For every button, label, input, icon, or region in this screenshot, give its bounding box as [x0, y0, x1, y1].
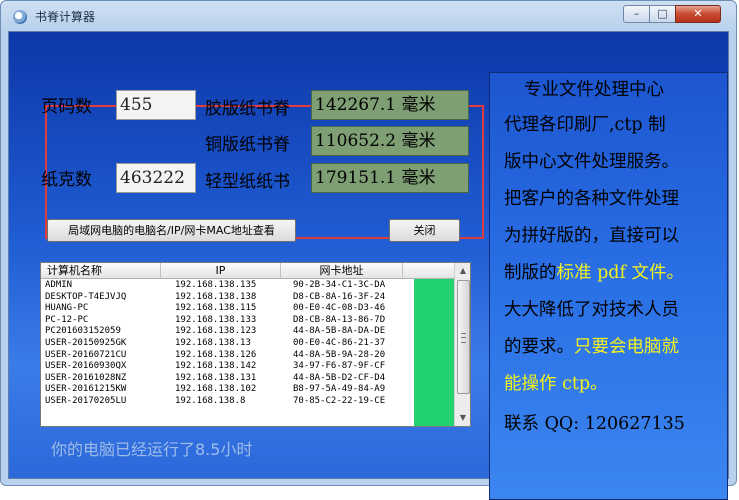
cell-ip: 192.168.138.123	[175, 326, 257, 337]
cell-ip: 192.168.138.133	[175, 314, 257, 325]
list-header: 计算机名称 IP 网卡地址	[41, 263, 454, 279]
cell-ip: 192.168.138.135	[175, 280, 257, 290]
cell-computer-name: PC201603152059	[45, 326, 121, 337]
cell-mac: D8-CB-8A-16-3F-24	[293, 291, 386, 302]
ad-text: 的要求。	[504, 337, 574, 357]
cell-mac: 44-8A-5B-8A-DA-DE	[293, 326, 386, 337]
cell-ip: 192.168.138.102	[175, 384, 257, 395]
window-title: 书脊计算器	[35, 10, 96, 24]
cell-mac: D8-CB-8A-13-86-7D	[293, 314, 386, 325]
cell-mac: 00-E0-4C-86-21-37	[293, 338, 386, 348]
table-row[interactable]: PC-12-PC 192.168.138.133 D8-CB-8A-13-86-7D	[41, 315, 414, 326]
result-label-coated: 铜版纸书脊	[205, 135, 290, 155]
computer-list[interactable]: 计算机名称 IP 网卡地址 ADMIN 192.168.138.135 90-2B-…	[40, 262, 471, 427]
cell-ip: 192.168.138.126	[175, 349, 257, 360]
ad-line: 制版的标准 pdf 文件。	[504, 259, 684, 284]
ad-line: 代理各印刷厂,ctp 制	[504, 115, 666, 135]
column-header-name[interactable]: 计算机名称	[41, 263, 161, 278]
scroll-thumb[interactable]	[457, 280, 470, 394]
cell-ip: 192.168.138.131	[175, 372, 257, 383]
cell-computer-name: USER-20161028NZ	[45, 372, 127, 383]
cell-computer-name: ADMIN	[45, 280, 73, 290]
cell-computer-name: USER-20170205LU	[45, 396, 127, 406]
cell-ip: 192.168.138.8	[175, 396, 246, 406]
title-bar[interactable]: 书脊计算器 – □ ✕	[1, 1, 736, 31]
cell-ip: 192.168.138.138	[175, 291, 257, 302]
ad-line: 版中心文件处理服务。	[504, 152, 679, 172]
ad-highlight-text: 标准 pdf 文件。	[556, 263, 685, 283]
ad-line: 把客户的各种文件处理	[504, 189, 679, 209]
grip-icon	[461, 333, 466, 343]
cell-ip: 192.168.138.115	[175, 303, 257, 314]
app-icon	[13, 10, 27, 24]
table-row[interactable]: USER-20161028NZ 192.168.138.131 44-8A-5B-D…	[41, 373, 414, 384]
vertical-scrollbar[interactable]: ▲ ▼	[454, 263, 470, 426]
cell-mac: 90-2B-34-C1-3C-DA	[293, 280, 386, 290]
scroll-down-icon[interactable]: ▼	[455, 410, 470, 425]
cell-computer-name: PC-12-PC	[45, 314, 89, 325]
pages-label: 页码数	[41, 97, 92, 117]
close-window-button[interactable]: ✕	[675, 5, 721, 23]
cell-mac: B8-97-5A-49-84-A9	[293, 384, 386, 395]
table-row[interactable]: PC201603152059 192.168.138.123 44-8A-5B-8A…	[41, 326, 414, 337]
result-label-offset: 胶版纸书脊	[205, 99, 290, 119]
close-button[interactable]: 关闭	[389, 219, 460, 242]
table-row[interactable]: USER-20160721CU 192.168.138.126 44-8A-5B-9…	[41, 350, 414, 361]
cell-mac: 44-8A-5B-D2-CF-D4	[293, 372, 386, 383]
ad-panel: 专业文件处理中心 代理各印刷厂,ctp 制 版中心文件处理服务。 把客户的各种文…	[489, 72, 728, 500]
column-header-mac[interactable]: 网卡地址	[281, 263, 403, 278]
ad-line: 能操作 ctp。	[504, 374, 608, 394]
ad-heading: 专业文件处理中心	[524, 80, 664, 100]
lan-lookup-button[interactable]: 局域网电脑的电脑名/IP/网卡MAC地址查看	[47, 219, 296, 242]
green-panel	[414, 279, 454, 426]
ad-highlight-text: 只要会电脑就	[574, 337, 679, 357]
table-row[interactable]: USER-20150925GK 192.168.138.13 00-E0-4C-86…	[41, 338, 414, 349]
cell-mac: 34-97-F6-87-9F-CF	[293, 361, 386, 372]
pages-input[interactable]: 455	[116, 90, 196, 120]
table-row[interactable]: USER-20170205LU 192.168.138.8 70-85-C2-22-…	[41, 396, 414, 407]
cell-ip: 192.168.138.142	[175, 361, 257, 372]
weight-input[interactable]: 463222	[116, 163, 196, 193]
runtime-text: 你的电脑已经运行了8.5小时	[51, 440, 253, 459]
client-area: 页码数 455 纸克数 463222 胶版纸书脊 142267.1 毫米 铜版纸…	[8, 31, 729, 500]
table-row[interactable]: ADMIN 192.168.138.135 90-2B-34-C1-3C-DA	[41, 280, 414, 291]
result-label-light: 轻型纸纸书	[205, 172, 290, 192]
result-light-value: 179151.1 毫米	[311, 163, 469, 193]
result-coated-value: 110652.2 毫米	[311, 126, 469, 156]
cell-computer-name: DESKTOP-T4EJVJQ	[45, 291, 127, 302]
app-window: 书脊计算器 – □ ✕ 页码数 455 纸克数 463222 胶版纸书脊 142…	[0, 0, 737, 500]
cell-computer-name: USER-20161215KW	[45, 384, 127, 395]
result-offset-value: 142267.1 毫米	[311, 90, 469, 120]
ad-line: 的要求。只要会电脑就	[504, 333, 679, 358]
scroll-up-icon[interactable]: ▲	[455, 263, 470, 278]
table-row[interactable]: HUANG-PC 192.168.138.115 00-E0-4C-08-D3-46	[41, 303, 414, 314]
ad-line: 大大降低了对技术人员	[504, 300, 679, 320]
cell-ip: 192.168.138.13	[175, 338, 251, 348]
cell-computer-name: USER-20150925GK	[45, 338, 127, 348]
column-header-ip[interactable]: IP	[161, 263, 281, 278]
cell-mac: 00-E0-4C-08-D3-46	[293, 303, 386, 314]
ad-text: 制版的	[504, 263, 557, 283]
table-row[interactable]: USER-20161215KW 192.168.138.102 B8-97-5A-4…	[41, 384, 414, 395]
weight-label: 纸克数	[41, 170, 92, 190]
ad-contact: 联系 QQ: 120627135	[504, 414, 685, 434]
table-row[interactable]: USER-20160930QX 192.168.138.142 34-97-F6-8…	[41, 361, 414, 372]
cell-mac: 70-85-C2-22-19-CE	[293, 396, 386, 406]
maximize-button[interactable]: □	[649, 5, 676, 23]
table-row[interactable]: DESKTOP-T4EJVJQ 192.168.138.138 D8-CB-8A-1…	[41, 292, 414, 303]
cell-mac: 44-8A-5B-9A-28-20	[293, 349, 386, 360]
cell-computer-name: USER-20160721CU	[45, 349, 127, 360]
cell-computer-name: USER-20160930QX	[45, 361, 127, 372]
ad-line: 为拼好版的，直接可以	[504, 226, 679, 246]
minimize-button[interactable]: –	[623, 5, 650, 23]
cell-computer-name: HUANG-PC	[45, 303, 89, 314]
